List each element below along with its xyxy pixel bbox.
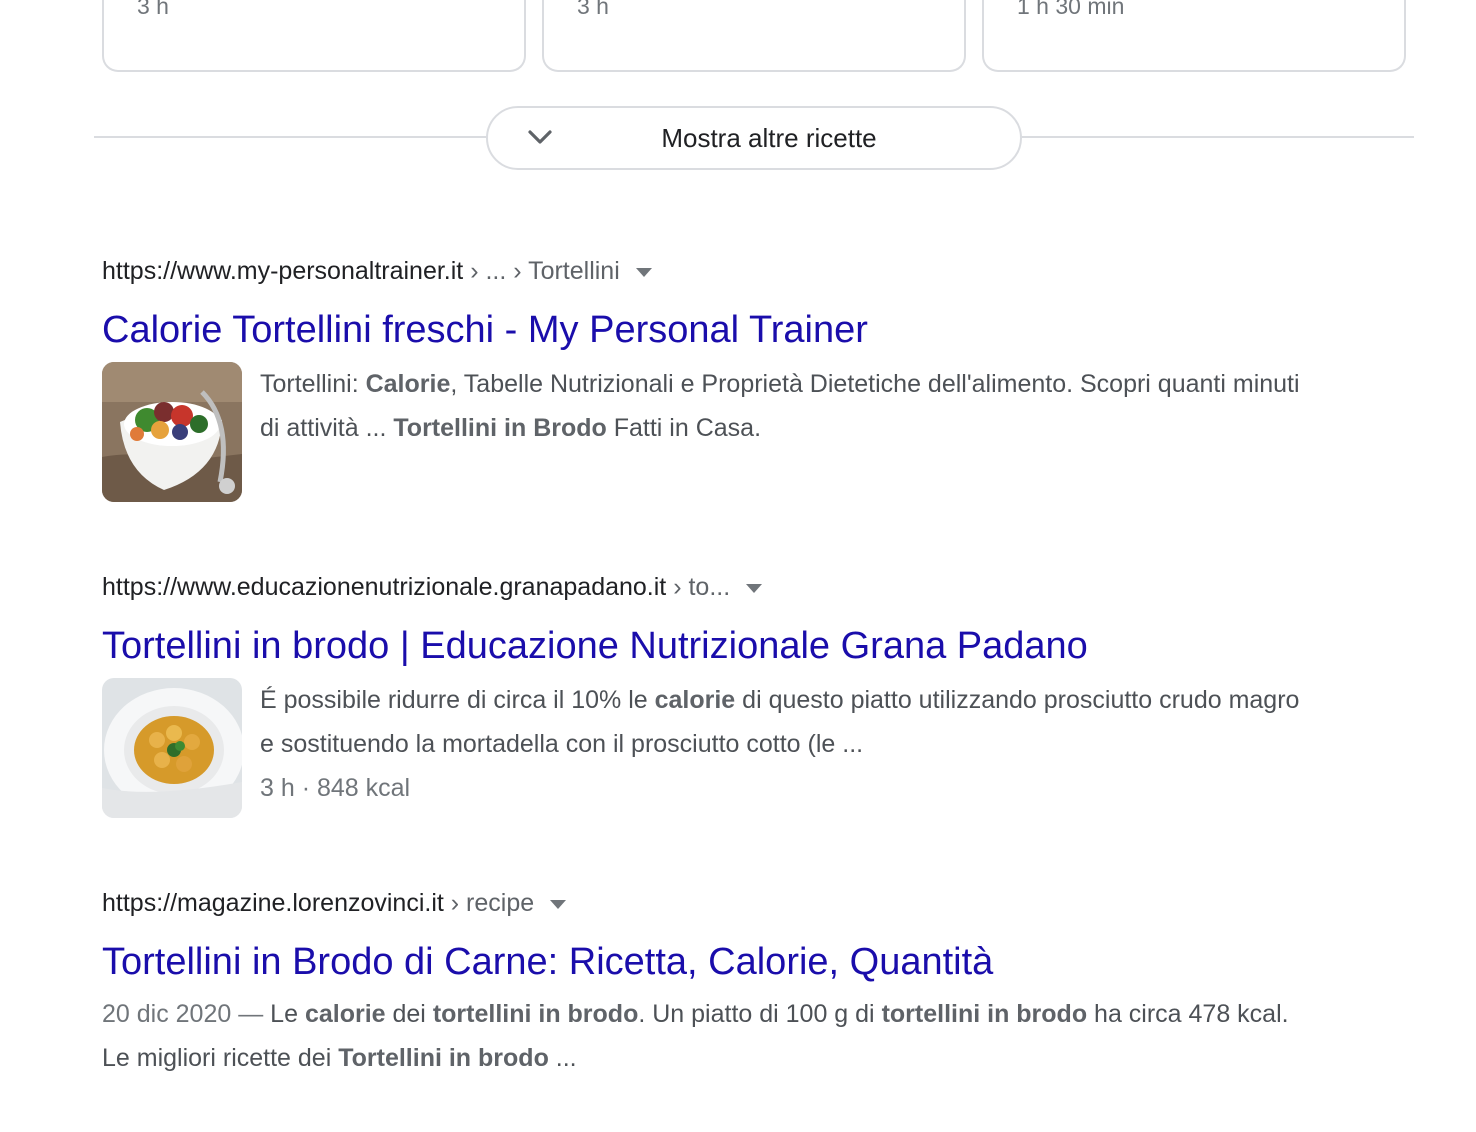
recipe-duration: 3 h: [137, 0, 169, 19]
result-title-link[interactable]: Tortellini in brodo | Educazione Nutrizi…: [102, 624, 1302, 668]
result-url[interactable]: https://magazine.lorenzovinci.it: [102, 889, 444, 917]
recipe-duration: 3 h: [577, 0, 609, 19]
recipe-carousel: 3 h 3 h 1 h 30 min: [0, 0, 1476, 80]
divider-left: [94, 136, 488, 138]
snippet-highlight: calorie: [304, 1000, 386, 1028]
result-url[interactable]: https://www.my-personaltrainer.it: [102, 257, 463, 285]
snippet-highlight: Tortellini in brodo: [338, 1044, 549, 1072]
snippet-highlight: Calorie: [365, 370, 451, 398]
result-breadcrumb: › recipe: [443, 889, 535, 917]
result-title-link[interactable]: Calorie Tortellini freschi - My Personal…: [102, 308, 1302, 352]
recipe-card[interactable]: 3 h: [542, 0, 966, 72]
recipe-duration: 1 h 30 min: [1017, 0, 1125, 19]
snippet-highlight: Tortellini in Brodo: [393, 414, 607, 442]
result-snippet: Tortellini: Calorie, Tabelle Nutrizional…: [260, 362, 1302, 450]
result-title-link[interactable]: Tortellini in Brodo di Carne: Ricetta, C…: [102, 940, 1302, 984]
result-thumbnail[interactable]: [102, 362, 242, 502]
snippet-text: É possibile ridurre di circa il 10% le: [260, 686, 655, 714]
result-snippet: É possibile ridurre di circa il 10% le c…: [260, 678, 1302, 766]
more-options-arrow-icon[interactable]: [746, 583, 763, 593]
divider-right: [1020, 136, 1414, 138]
snippet-text: ...: [548, 1044, 577, 1072]
result-snippet: 20 dic 2020 — Le calorie dei tortellini …: [102, 992, 1302, 1080]
bowl-of-vegetables-image: [102, 362, 242, 502]
recipe-card[interactable]: 1 h 30 min: [982, 0, 1406, 72]
snippet-highlight: tortellini in brodo: [881, 1000, 1088, 1028]
snippet-highlight: tortellini in brodo: [432, 1000, 639, 1028]
more-options-arrow-icon[interactable]: [550, 899, 567, 909]
result-date: 20 dic 2020 —: [102, 1000, 271, 1028]
snippet-text: Fatti in Casa.: [606, 414, 762, 442]
recipe-card[interactable]: 3 h: [102, 0, 526, 72]
snippet-text: Tortellini:: [260, 370, 366, 398]
show-more-label: Mostra altre ricette: [661, 123, 877, 153]
result-url[interactable]: https://www.educazionenutrizionale.grana…: [102, 573, 666, 601]
snippet-highlight: calorie: [654, 686, 736, 714]
search-result: https://www.educazionenutrizionale.grana…: [102, 572, 1302, 818]
result-breadcrumb: › to...: [666, 573, 731, 601]
snippet-text: . Un piatto di 100 g di: [638, 1000, 882, 1028]
result-cite: https://www.educazionenutrizionale.grana…: [102, 572, 1302, 602]
search-result: https://www.my-personaltrainer.it › ... …: [102, 256, 1302, 502]
tortellini-plate-image: [102, 678, 242, 818]
result-thumbnail[interactable]: [102, 678, 242, 818]
result-cite: https://www.my-personaltrainer.it › ... …: [102, 256, 1302, 286]
result-breadcrumb: › ... › Tortellini: [463, 257, 620, 285]
more-options-arrow-icon[interactable]: [635, 267, 652, 277]
result-cite: https://magazine.lorenzovinci.it › recip…: [102, 888, 1302, 918]
search-result: https://magazine.lorenzovinci.it › recip…: [102, 888, 1302, 1080]
snippet-text: dei: [385, 1000, 433, 1028]
result-recipe-meta: 3 h · 848 kcal: [260, 774, 411, 802]
snippet-text: Le: [270, 1000, 305, 1028]
show-more-recipes-button[interactable]: Mostra altre ricette: [486, 106, 1022, 170]
